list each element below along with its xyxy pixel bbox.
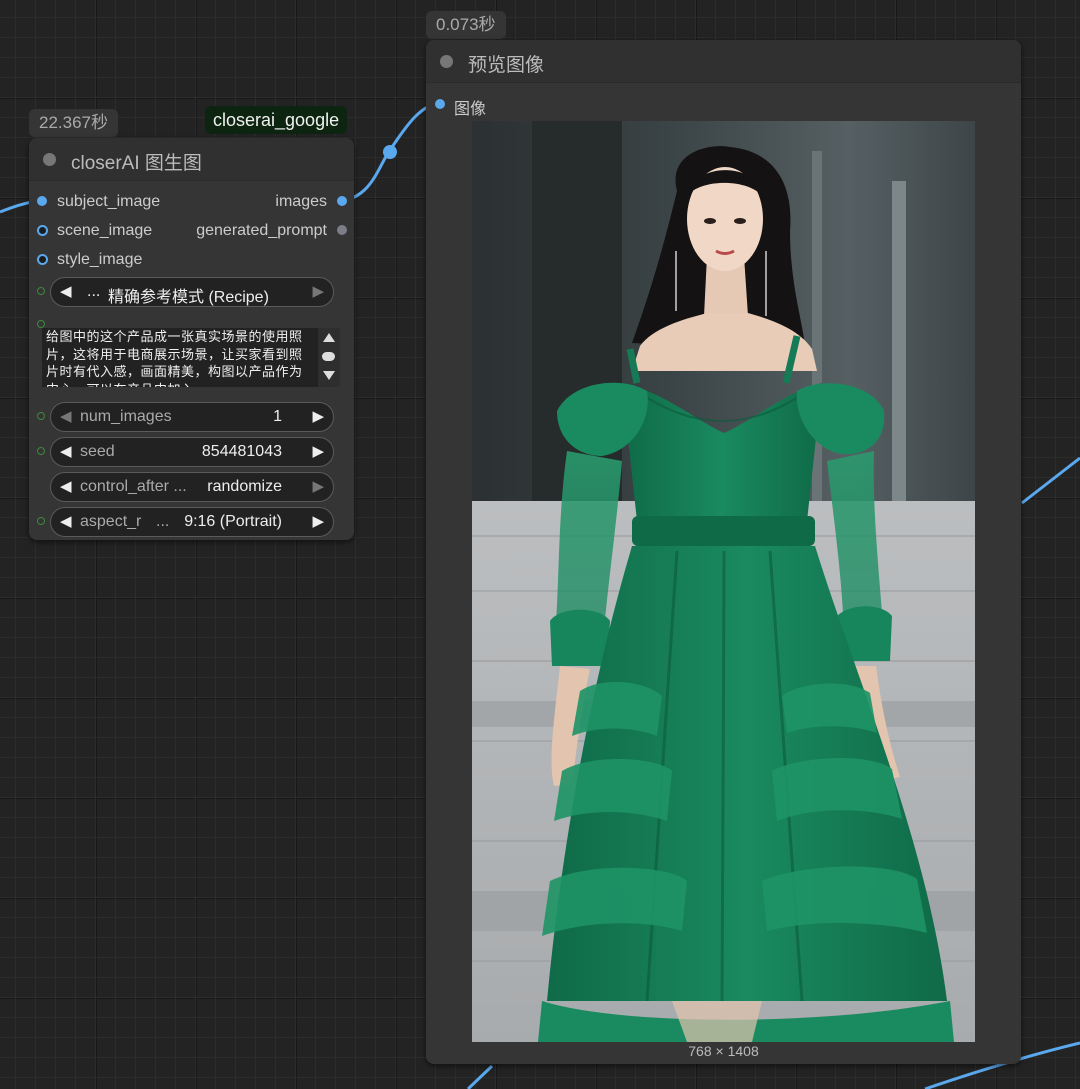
style-image-input-label: style_image	[57, 251, 143, 268]
num-images-increment-icon[interactable]: ▶	[312, 407, 324, 425]
generated-photo-woman-green-dress	[472, 121, 975, 1042]
mode-ellipsis: ...	[87, 283, 101, 300]
seed-decrement-icon[interactable]: ◀	[60, 442, 72, 460]
node2-title: 预览图像	[468, 55, 545, 76]
num-images-input-dot[interactable]	[37, 412, 45, 420]
control-after-next-icon[interactable]: ▶	[312, 477, 324, 495]
prompt-text: 给图中的这个产品成一张真实场景的使用照片，这将用于电商展示场景，让买家看到照片时…	[46, 330, 303, 387]
node2-collapse-dot[interactable]	[440, 55, 453, 68]
images-output-label: images	[275, 193, 327, 210]
link-offscreen-bottom	[466, 1064, 494, 1089]
scroll-down-arrow-icon[interactable]	[323, 371, 335, 380]
images-output-dot[interactable]	[337, 196, 347, 206]
control-after-label: control_after ...	[80, 478, 187, 495]
mode-combo[interactable]: ◀ ... 精确参考模式 (Recipe) ▶	[50, 277, 334, 307]
mode-next-arrow-icon[interactable]: ▶	[312, 282, 324, 300]
subject-image-input-label: subject_image	[57, 193, 161, 210]
node1-collapse-dot[interactable]	[43, 153, 56, 166]
aspect-ratio-ellipsis: ...	[156, 513, 170, 530]
image-dimensions-label: 768 × 1408	[688, 1043, 759, 1059]
aspect-ratio-prev-icon[interactable]: ◀	[60, 512, 72, 530]
style-image-input-dot[interactable]	[37, 254, 48, 265]
scene-image-input-dot[interactable]	[37, 225, 48, 236]
mode-widget-input-dot[interactable]	[37, 287, 45, 295]
prompt-textarea[interactable]: 给图中的这个产品成一张真实场景的使用照片，这将用于电商展示场景，让买家看到照片时…	[42, 328, 340, 387]
generated-prompt-output-dot[interactable]	[337, 225, 347, 235]
node2-execution-time-badge: 0.073秒	[426, 11, 506, 39]
scene-image-input-label: scene_image	[57, 222, 153, 239]
control-after-generate-combo[interactable]: ◀ control_after ... randomize ▶	[50, 472, 334, 502]
aspect-ratio-label: aspect_r	[80, 513, 142, 530]
preview-image[interactable]	[472, 121, 975, 1042]
seed-input-dot[interactable]	[37, 447, 45, 455]
aspect-ratio-value: 9:16 (Portrait)	[184, 513, 282, 530]
closerai-img2img-node[interactable]: closerAI 图生图 subject_image scene_image s…	[29, 138, 354, 540]
subject-image-input-dot[interactable]	[37, 196, 47, 206]
control-after-prev-icon[interactable]: ◀	[60, 477, 72, 495]
node2-title-bar[interactable]: 预览图像	[426, 40, 1021, 83]
generated-prompt-output-label: generated_prompt	[196, 222, 327, 239]
node1-title-bar[interactable]: closerAI 图生图	[29, 138, 354, 181]
control-after-value: randomize	[207, 478, 282, 495]
prompt-scrollbar[interactable]	[318, 328, 340, 387]
node1-provider-badge: closerai_google	[205, 106, 348, 134]
scroll-thumb[interactable]	[322, 352, 335, 361]
prompt-widget-input-dot[interactable]	[37, 320, 45, 328]
preview-image-input-label: 图像	[454, 101, 487, 118]
aspect-ratio-input-dot[interactable]	[37, 517, 45, 525]
link-midpoint-handle	[383, 145, 397, 159]
seed-increment-icon[interactable]: ▶	[312, 442, 324, 460]
seed-value: 854481043	[201, 443, 282, 460]
aspect-ratio-next-icon[interactable]: ▶	[312, 512, 324, 530]
num-images-stepper[interactable]: ◀ num_images 1 ▶	[50, 402, 334, 432]
seed-stepper[interactable]: ◀ seed 854481043 ▶	[50, 437, 334, 467]
node1-title: closerAI 图生图	[71, 153, 202, 174]
scroll-up-arrow-icon[interactable]	[323, 333, 335, 342]
aspect-ratio-combo[interactable]: ◀ aspect_r ... 9:16 (Portrait) ▶	[50, 507, 334, 537]
num-images-value: 1	[273, 408, 282, 425]
mode-value: 精确参考模式 (Recipe)	[108, 289, 269, 306]
num-images-label: num_images	[80, 408, 172, 425]
mode-prev-arrow-icon[interactable]: ◀	[60, 282, 72, 300]
link-offscreen-upper	[1021, 456, 1080, 505]
num-images-decrement-icon[interactable]: ◀	[60, 407, 72, 425]
node1-execution-time-badge: 22.367秒	[29, 109, 118, 137]
preview-image-node[interactable]: 预览图像 图像 768 × 1408	[426, 40, 1021, 1064]
seed-label: seed	[80, 443, 115, 460]
preview-image-input-dot[interactable]	[435, 99, 445, 109]
